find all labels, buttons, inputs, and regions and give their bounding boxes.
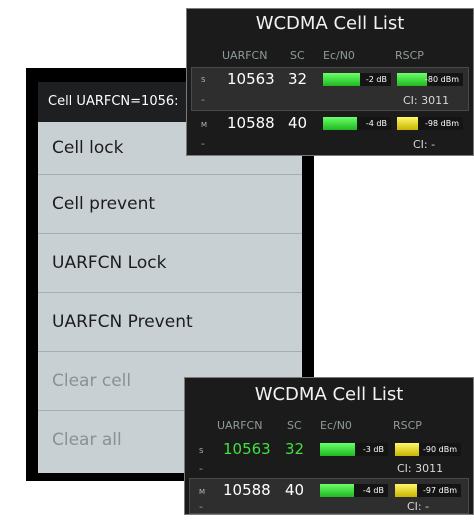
- panel-title: WCDMA Cell List: [255, 13, 405, 34]
- row-type-tag: M: [201, 121, 208, 129]
- header-sc: SC: [290, 49, 305, 62]
- ecno-bar: -2 dB: [323, 73, 391, 86]
- uarfcn-value: 10563: [223, 440, 271, 458]
- rscp-bar-fill: [397, 117, 419, 130]
- row-sub-dash: -: [199, 462, 203, 475]
- ecno-bar: -4 dB: [323, 117, 391, 130]
- row-type-tag: M: [199, 488, 206, 496]
- sc-value: 40: [285, 481, 305, 499]
- rscp-bar: -97 dBm: [395, 484, 461, 497]
- ecno-bar: -3 dB: [320, 443, 388, 456]
- cell-id: CI: -: [413, 138, 436, 151]
- wcdma-cell-list-panel-bottom: WCDMA Cell List UARFCN SC Ec/N0 RSCP S 1…: [184, 377, 474, 515]
- rscp-value: -97 dBm: [423, 486, 457, 495]
- rscp-bar: -90 dBm: [395, 443, 461, 456]
- menu-item-uarfcn-lock[interactable]: UARFCN Lock: [38, 233, 302, 292]
- rscp-value: -80 dBm: [425, 75, 459, 84]
- sc-value: 32: [285, 440, 305, 458]
- row-sub-dash: -: [201, 137, 205, 150]
- uarfcn-value: 10588: [227, 114, 275, 132]
- uarfcn-value: 10588: [223, 481, 271, 499]
- rscp-bar: -80 dBm: [397, 73, 463, 86]
- panel-title: WCDMA Cell List: [254, 384, 404, 405]
- rscp-value: -98 dBm: [425, 119, 459, 128]
- row-type-tag: S: [199, 447, 204, 455]
- menu-item-uarfcn-prevent[interactable]: UARFCN Prevent: [38, 292, 302, 351]
- header-uarfcn: UARFCN: [217, 419, 263, 432]
- ecno-bar-fill: [323, 117, 357, 130]
- uarfcn-value: 10563: [227, 70, 275, 88]
- rscp-bar: -98 dBm: [397, 117, 463, 130]
- row-type-tag: S: [201, 76, 206, 84]
- header-sc: SC: [287, 419, 302, 432]
- menu-item-cell-prevent[interactable]: Cell prevent: [38, 174, 302, 233]
- rscp-bar-fill: [397, 73, 427, 86]
- ecno-bar-fill: [320, 443, 356, 456]
- ecno-bar: -4 dB: [320, 484, 388, 497]
- row-sub-dash: -: [199, 500, 203, 513]
- ecno-value: -3 dB: [362, 445, 384, 454]
- ecno-bar-fill: [320, 484, 354, 497]
- header-rscp: RSCP: [393, 419, 422, 432]
- sc-value: 32: [288, 70, 308, 88]
- ecno-value: -4 dB: [362, 486, 384, 495]
- wcdma-cell-list-panel-top: WCDMA Cell List UARFCN SC Ec/N0 RSCP S 1…: [186, 8, 474, 156]
- header-ecno: Ec/N0: [323, 49, 355, 62]
- ecno-value: -4 dB: [365, 119, 387, 128]
- header-ecno: Ec/N0: [320, 419, 352, 432]
- header-rscp: RSCP: [395, 49, 424, 62]
- ecno-bar-fill: [323, 73, 361, 86]
- header-uarfcn: UARFCN: [222, 49, 268, 62]
- cell-id: CI: 3011: [397, 462, 444, 475]
- rscp-value: -90 dBm: [423, 445, 457, 454]
- ecno-value: -2 dB: [365, 75, 387, 84]
- rscp-bar-fill: [395, 484, 417, 497]
- sc-value: 40: [288, 114, 308, 132]
- cell-id: CI: 3011: [403, 94, 450, 107]
- row-sub-dash: -: [201, 93, 205, 106]
- rscp-bar-fill: [395, 443, 419, 456]
- cell-id: CI: -: [407, 500, 430, 513]
